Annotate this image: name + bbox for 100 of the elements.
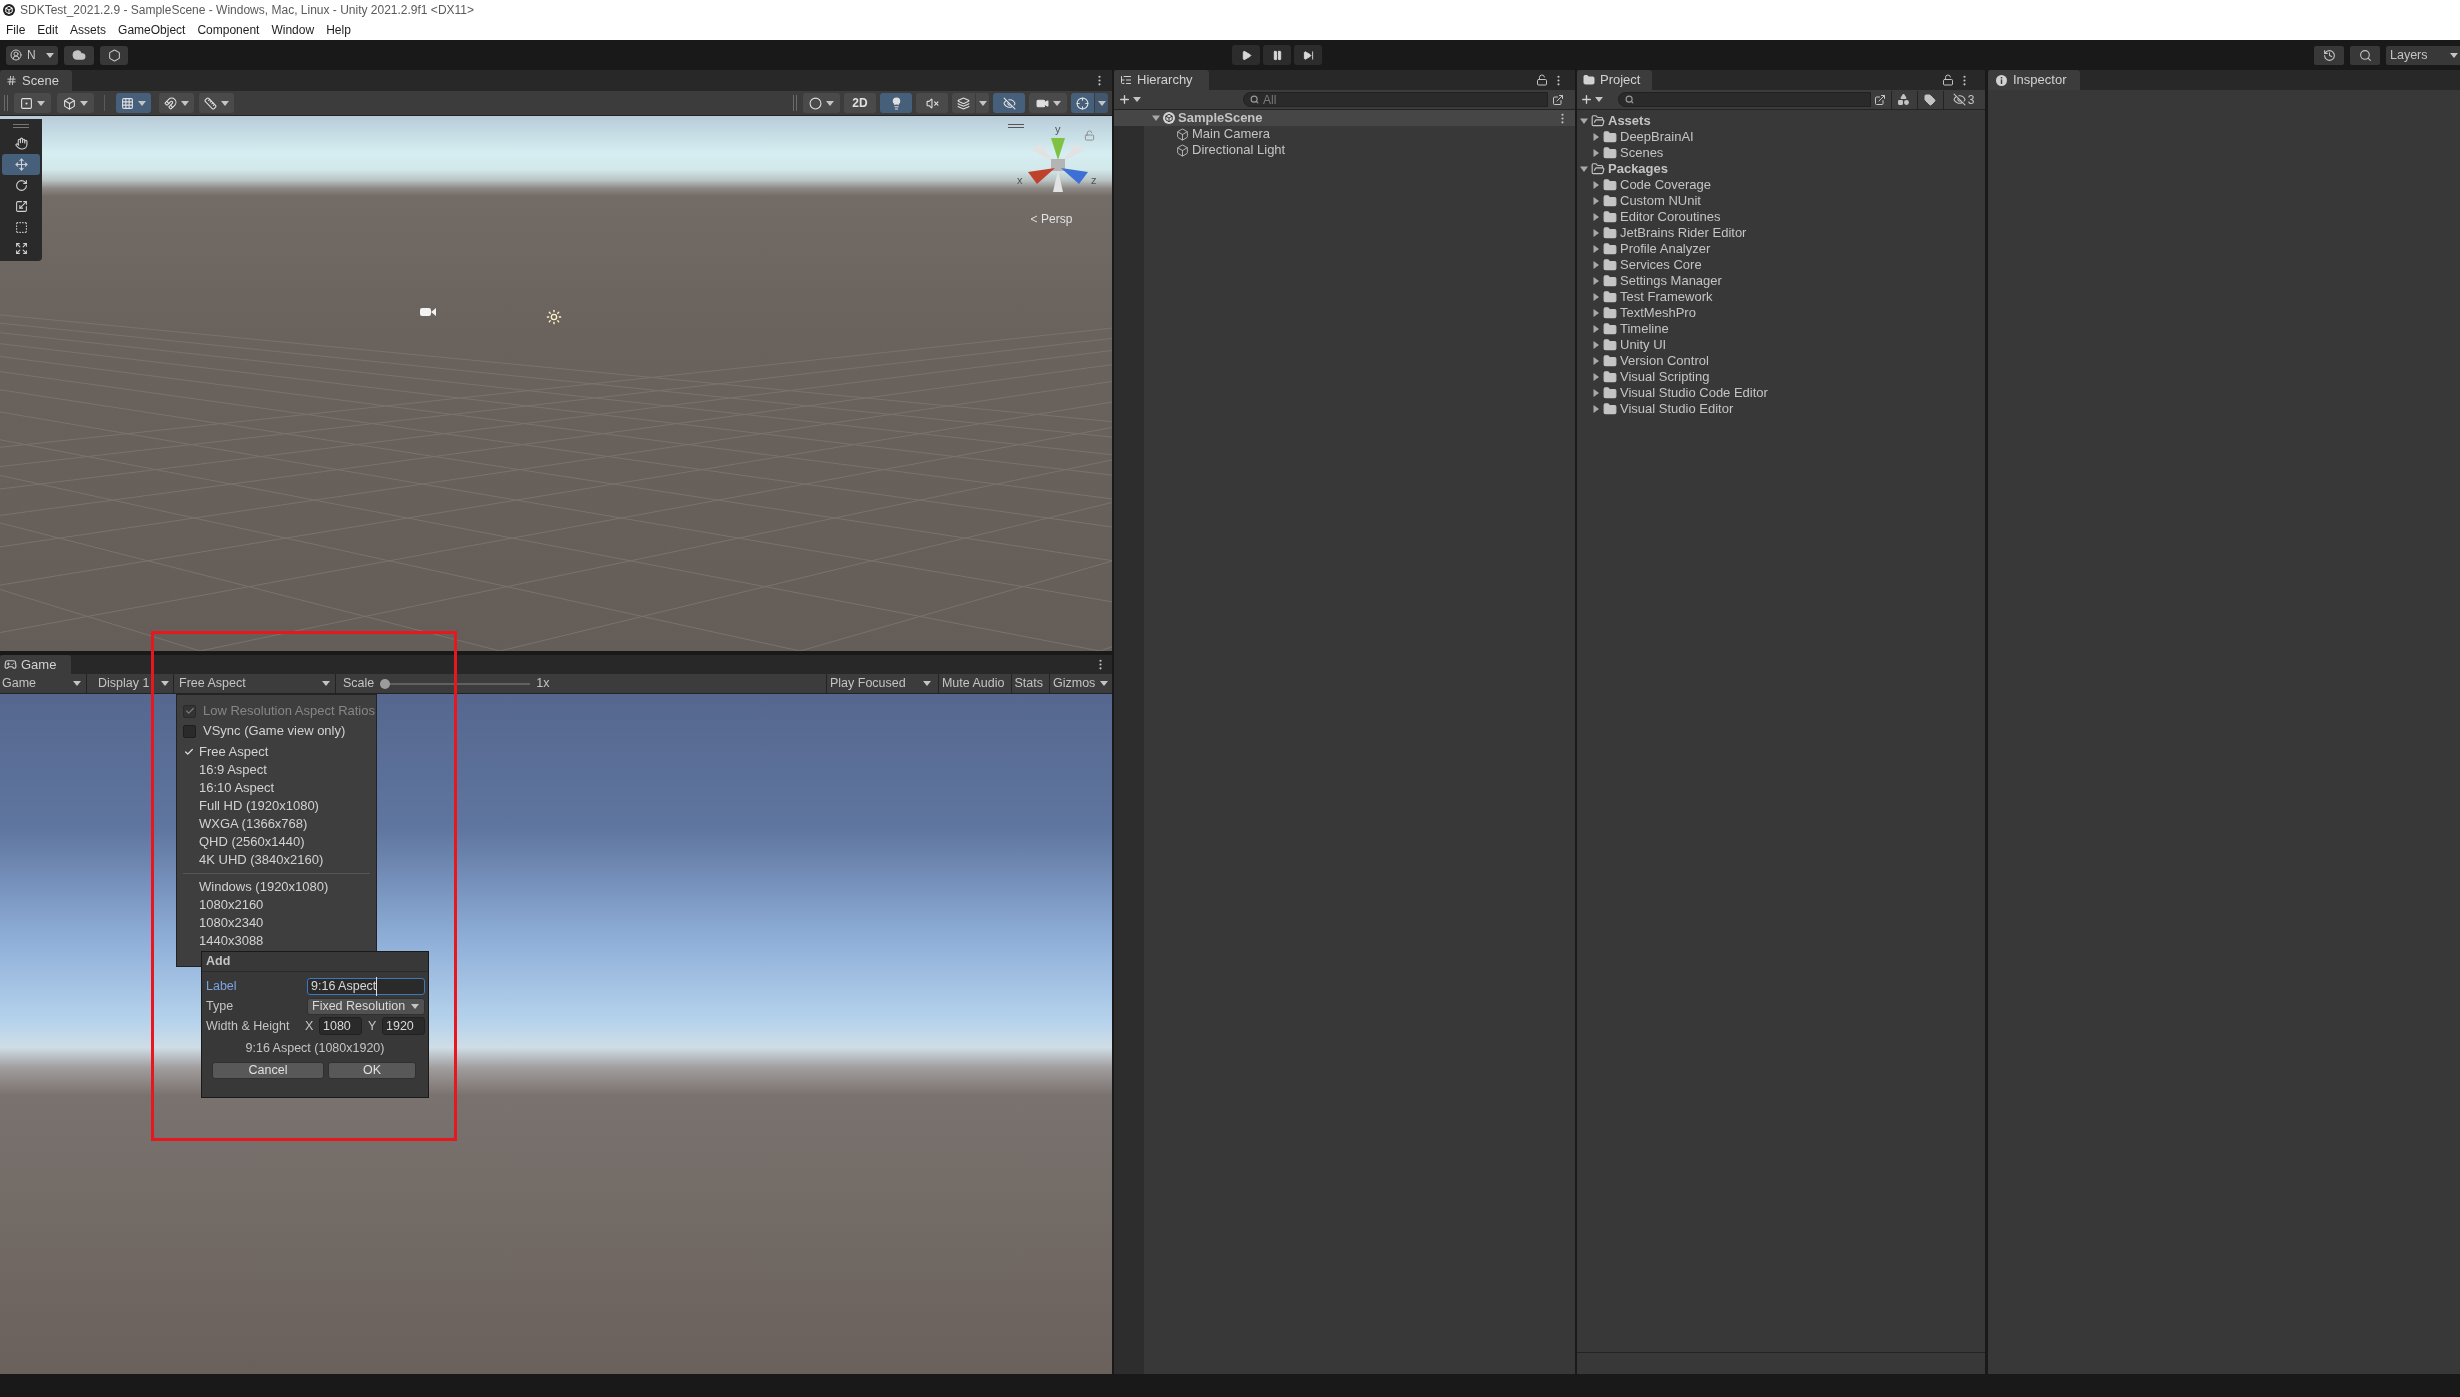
dialog-button[interactable]: Cancel [212, 1062, 324, 1079]
menu-item[interactable]: Help [320, 20, 357, 40]
height-field[interactable]: 1920 [382, 1017, 425, 1035]
tree-item[interactable]: Services Core [1577, 257, 1985, 273]
disclosure-triangle-icon[interactable] [1592, 213, 1600, 221]
menu-item[interactable]: Windows (1920x1080) [177, 878, 376, 896]
scene-view-toggle[interactable] [880, 93, 912, 113]
type-dropdown[interactable]: Fixed Resolution [307, 998, 425, 1015]
dropdown-arrow-button[interactable] [976, 93, 989, 113]
scene-tool-button[interactable] [116, 93, 151, 113]
aspect-dropdown[interactable]: Free Aspect [176, 674, 336, 693]
projection-toggle[interactable]: Persp [1030, 211, 1073, 227]
search-field[interactable] [1618, 92, 1871, 107]
menu-item[interactable]: 16:9 Aspect [177, 761, 376, 779]
disclosure-triangle-icon[interactable] [1592, 341, 1600, 349]
tree-item[interactable]: Main Camera [1114, 126, 1575, 142]
tree-item[interactable]: Visual Scripting [1577, 369, 1985, 385]
tree-item[interactable]: SampleScene [1114, 110, 1575, 126]
camera-gizmo-icon[interactable] [420, 307, 436, 317]
tree-item[interactable]: Scenes [1577, 145, 1985, 161]
search-button[interactable] [2350, 45, 2380, 65]
disclosure-triangle-icon[interactable] [1592, 245, 1600, 253]
menu-item[interactable]: 4K UHD (3840x2160) [177, 851, 376, 869]
scene-tool-button[interactable] [14, 93, 51, 113]
scene-tool-button[interactable] [159, 93, 194, 113]
pause-button[interactable] [1263, 45, 1291, 65]
tree-item[interactable]: Profile Analyzer [1577, 241, 1985, 257]
search-window-button[interactable] [1550, 92, 1566, 107]
scene-view-toggle[interactable] [803, 93, 840, 113]
play-button[interactable] [1232, 45, 1260, 65]
collab-button[interactable] [100, 45, 128, 65]
tree-item[interactable]: Test Framework [1577, 289, 1985, 305]
tree-item[interactable]: DeepBrainAI [1577, 129, 1985, 145]
menu-item[interactable]: QHD (2560x1440) [177, 833, 376, 851]
menu-item[interactable]: 1080x2340 [177, 914, 376, 932]
disclosure-triangle-icon[interactable] [1592, 133, 1600, 141]
project-tab[interactable]: Project [1577, 70, 1652, 90]
dialog-button[interactable]: OK [328, 1062, 416, 1079]
disclosure-triangle-icon[interactable] [1592, 197, 1600, 205]
grip-icon[interactable] [4, 95, 8, 111]
disclosure-triangle-icon[interactable] [1592, 149, 1600, 157]
drag-handle-icon[interactable] [13, 124, 29, 128]
cloud-button[interactable] [64, 45, 94, 65]
tree-item[interactable]: TextMeshPro [1577, 305, 1985, 321]
tree-item[interactable]: Packages [1577, 161, 1985, 177]
axis-gizmo-icon[interactable] [1028, 138, 1088, 192]
menu-item[interactable]: 1440x3088 [177, 932, 376, 950]
scene-view-toggle[interactable] [1029, 93, 1067, 113]
view-dropdown[interactable]: Game [0, 674, 87, 693]
scene-tool-button[interactable] [199, 93, 234, 113]
layers-dropdown[interactable]: Layers [2386, 45, 2460, 65]
scene-tool-button[interactable] [57, 93, 94, 113]
disclosure-triangle-icon[interactable] [1592, 229, 1600, 237]
menu-item[interactable]: Window [265, 20, 321, 40]
tree-item[interactable]: Editor Coroutines [1577, 209, 1985, 225]
menu-item[interactable]: Assets [64, 20, 113, 40]
scene-view-toggle[interactable] [993, 93, 1025, 113]
disclosure-triangle-icon[interactable] [1592, 389, 1600, 397]
tree-item[interactable]: JetBrains Rider Editor [1577, 225, 1985, 241]
scene-view-toggle[interactable] [952, 93, 975, 113]
tool-button[interactable] [2, 154, 40, 175]
disclosure-triangle-icon[interactable] [1592, 277, 1600, 285]
step-button[interactable] [1294, 45, 1322, 65]
slider-thumb[interactable] [380, 678, 391, 689]
disclosure-triangle-icon[interactable] [1152, 114, 1160, 122]
inspector-tab[interactable]: Inspector [1988, 70, 2080, 90]
scene-tab[interactable]: Scene [0, 70, 72, 91]
menu-icon[interactable] [1008, 124, 1024, 128]
tree-item[interactable]: Visual Studio Editor [1577, 401, 1985, 417]
disclosure-triangle-icon[interactable] [1592, 405, 1600, 413]
menu-item[interactable]: Component [191, 20, 266, 40]
menu-item[interactable]: 1080x2160 [177, 896, 376, 914]
checkbox[interactable] [183, 724, 196, 738]
label-field[interactable]: 9:16 Aspect [307, 978, 425, 995]
tree-item[interactable]: Version Control [1577, 353, 1985, 369]
menu-item[interactable]: Full HD (1920x1080) [177, 797, 376, 815]
disclosure-triangle-icon[interactable] [1580, 165, 1588, 173]
tree-item[interactable]: Directional Light [1114, 142, 1575, 158]
hierarchy-tab[interactable]: Hierarchy [1114, 70, 1209, 90]
menu-item[interactable]: 16:10 Aspect [177, 779, 376, 797]
disclosure-triangle-icon[interactable] [1592, 357, 1600, 365]
disclosure-triangle-icon[interactable] [1592, 309, 1600, 317]
option-label[interactable]: VSync (Game view only) [203, 721, 346, 741]
disclosure-triangle-icon[interactable] [1592, 293, 1600, 301]
gizmos-dropdown[interactable]: Gizmos [1049, 674, 1112, 693]
tree-item[interactable]: Unity UI [1577, 337, 1985, 353]
tree-item[interactable]: Custom NUnit [1577, 193, 1985, 209]
menu-item[interactable]: GameObject [112, 20, 192, 40]
play-mode-dropdown[interactable]: Play Focused [825, 674, 935, 693]
hidden-packages-toggle[interactable]: 3 [1943, 90, 1983, 109]
menu-item[interactable]: Free Aspect [177, 743, 376, 761]
disclosure-triangle-icon[interactable] [1592, 261, 1600, 269]
tree-item[interactable]: Assets [1577, 113, 1985, 129]
grip-icon[interactable] [793, 95, 797, 111]
disclosure-triangle-icon[interactable] [1592, 181, 1600, 189]
history-button[interactable] [2314, 45, 2344, 65]
toolbar-toggle[interactable]: Stats [1010, 674, 1046, 693]
account-dropdown[interactable]: N [6, 45, 58, 65]
tree-item[interactable]: Code Coverage [1577, 177, 1985, 193]
tree-item[interactable]: Settings Manager [1577, 273, 1985, 289]
